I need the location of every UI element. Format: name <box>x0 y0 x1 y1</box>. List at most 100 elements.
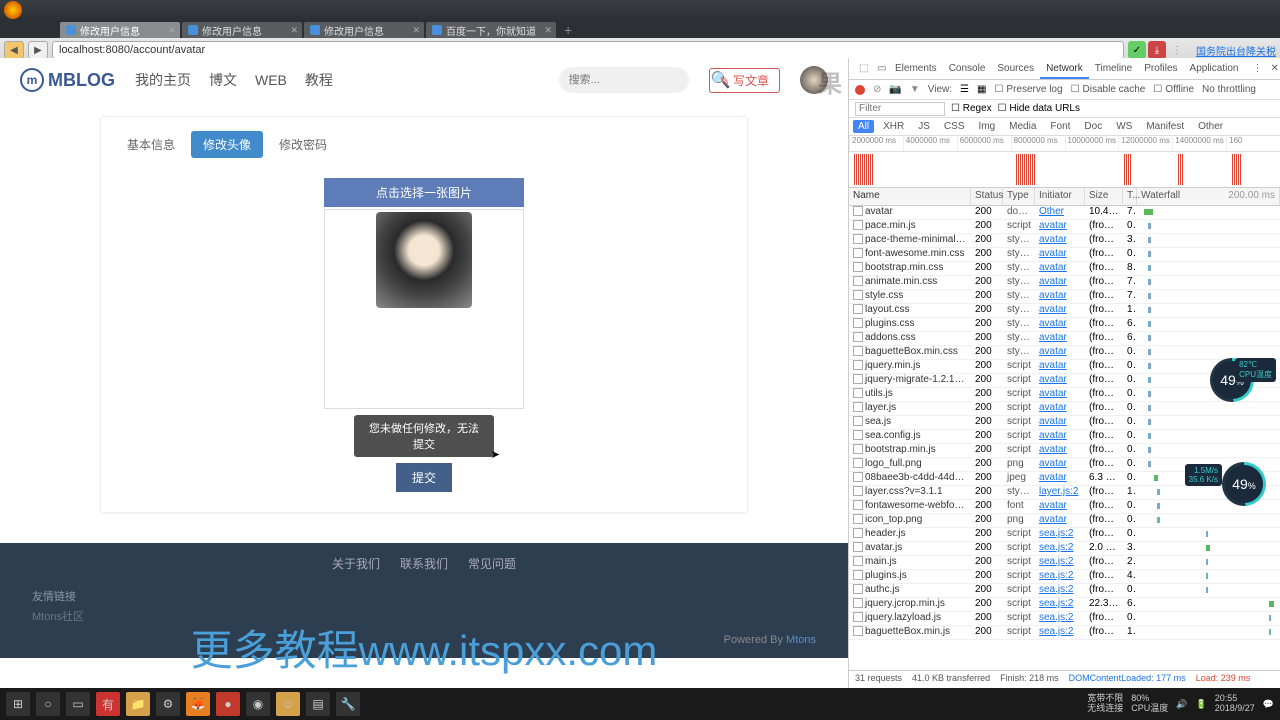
col-waterfall[interactable]: Waterfall 200.00 ms <box>1137 188 1280 205</box>
filter-pill[interactable]: Media <box>1004 120 1041 133</box>
taskbar-app-icon[interactable]: ☺ <box>276 692 300 716</box>
row-initiator[interactable]: sea.js:2 <box>1035 612 1085 625</box>
capture-icon[interactable]: 📷 <box>889 84 901 95</box>
row-initiator[interactable]: sea.js:2 <box>1035 626 1085 639</box>
search-box[interactable]: 🔍 <box>559 67 689 93</box>
network-row[interactable]: bootstrap.min.js200scriptavatar(from...0… <box>849 444 1280 458</box>
hide-data-urls-checkbox[interactable]: ☐ Hide data URLs <box>998 103 1080 114</box>
row-initiator[interactable]: avatar <box>1035 220 1085 233</box>
footer-link[interactable]: 常见问题 <box>468 557 516 571</box>
filter-pill[interactable]: CSS <box>939 120 970 133</box>
row-initiator[interactable]: avatar <box>1035 402 1085 415</box>
clear-icon[interactable]: ⊘ <box>873 84 881 95</box>
row-initiator[interactable]: sea.js:2 <box>1035 528 1085 541</box>
row-initiator[interactable]: sea.js:2 <box>1035 598 1085 611</box>
filter-pill[interactable]: Img <box>973 120 1000 133</box>
filter-pill[interactable]: Font <box>1045 120 1075 133</box>
row-initiator[interactable]: avatar <box>1035 234 1085 247</box>
subtab[interactable]: 修改头像 <box>191 131 263 158</box>
network-row[interactable]: addons.css200styles...avatar(from...6... <box>849 332 1280 346</box>
network-row[interactable]: main.js200scriptsea.js:2(from...2... <box>849 556 1280 570</box>
filter-pill[interactable]: WS <box>1111 120 1137 133</box>
row-initiator[interactable]: avatar <box>1035 304 1085 317</box>
row-initiator[interactable]: avatar <box>1035 430 1085 443</box>
row-initiator[interactable]: avatar <box>1035 360 1085 373</box>
devtools-tab[interactable]: Application <box>1184 60 1245 77</box>
filter-icon[interactable]: ▼ <box>910 84 920 95</box>
subtab[interactable]: 基本信息 <box>115 131 187 158</box>
col-name[interactable]: Name <box>849 188 971 205</box>
taskbar-app-icon[interactable]: 🦊 <box>186 692 210 716</box>
tray-battery-icon[interactable]: 🔋 <box>1196 699 1207 710</box>
search-button[interactable]: ○ <box>36 692 60 716</box>
network-row[interactable]: sea.config.js200scriptavatar(from...0... <box>849 430 1280 444</box>
submit-button[interactable]: 提交 <box>396 463 452 492</box>
network-row[interactable]: baguetteBox.min.js200scriptsea.js:2(from… <box>849 626 1280 640</box>
forward-button[interactable]: ▶ <box>28 41 48 59</box>
filter-pill[interactable]: Doc <box>1079 120 1107 133</box>
addr-action-icon[interactable]: ⋮ <box>1168 41 1186 59</box>
taskbar-app-icon[interactable]: ● <box>216 692 240 716</box>
network-row[interactable]: plugins.js200scriptsea.js:2(from...4... <box>849 570 1280 584</box>
close-icon[interactable]: ✕ <box>412 25 420 36</box>
filter-pill[interactable]: XHR <box>878 120 909 133</box>
row-initiator[interactable]: sea.js:2 <box>1035 556 1085 569</box>
row-initiator[interactable]: avatar <box>1035 500 1085 513</box>
view-grid-icon[interactable]: ▦ <box>977 84 986 95</box>
taskbar-app-icon[interactable]: ◉ <box>246 692 270 716</box>
addr-action-icon[interactable]: ⤓ <box>1148 41 1166 59</box>
row-initiator[interactable]: avatar <box>1035 472 1085 485</box>
task-view-button[interactable]: ▭ <box>66 692 90 716</box>
browser-tab[interactable]: 百度一下，你就知道✕ <box>426 22 556 38</box>
col-time[interactable]: T... <box>1123 188 1137 205</box>
footer-link[interactable]: 关于我们 <box>332 557 380 571</box>
network-row[interactable]: authc.js200scriptsea.js:2(from...0... <box>849 584 1280 598</box>
row-initiator[interactable]: avatar <box>1035 388 1085 401</box>
row-initiator[interactable]: avatar <box>1035 346 1085 359</box>
row-initiator[interactable]: sea.js:2 <box>1035 570 1085 583</box>
inspect-icon[interactable]: ⬚ <box>853 60 869 77</box>
site-logo[interactable]: m MBLOG <box>20 68 115 92</box>
nav-link[interactable]: 教程 <box>305 72 333 88</box>
close-icon[interactable]: ✕ <box>290 25 298 36</box>
tray-notif-icon[interactable]: 💬 <box>1263 699 1274 710</box>
choose-image-button[interactable]: 点击选择一张图片 <box>324 178 524 207</box>
filter-pill[interactable]: Other <box>1193 120 1228 133</box>
offline-checkbox[interactable]: ☐ Offline <box>1153 84 1194 95</box>
close-icon[interactable]: ✕ <box>168 25 176 36</box>
devtools-tab[interactable]: Profiles <box>1138 60 1183 77</box>
devtools-tab[interactable]: Network <box>1040 60 1089 79</box>
filter-pill[interactable]: All <box>853 120 874 133</box>
row-initiator[interactable]: sea.js:2 <box>1035 542 1085 555</box>
network-row[interactable]: fontawesome-webfont.woff...200fontavatar… <box>849 500 1280 514</box>
network-row[interactable]: jquery.lazyload.js200scriptsea.js:2(from… <box>849 612 1280 626</box>
network-row[interactable]: sea.js200scriptavatar(from...0... <box>849 416 1280 430</box>
nav-link[interactable]: WEB <box>255 72 287 88</box>
devtools-tab[interactable]: Console <box>943 60 992 77</box>
network-row[interactable]: layout.css200styles...avatar(from...1... <box>849 304 1280 318</box>
row-initiator[interactable]: avatar <box>1035 374 1085 387</box>
col-type[interactable]: Type <box>1003 188 1035 205</box>
throttle-select[interactable]: No throttling <box>1202 84 1256 95</box>
nav-link[interactable]: 博文 <box>209 72 237 88</box>
url-input[interactable] <box>52 41 1124 59</box>
devtools-tab[interactable]: Sources <box>991 60 1040 77</box>
filter-input[interactable] <box>855 102 945 116</box>
row-initiator[interactable]: avatar <box>1035 332 1085 345</box>
row-initiator[interactable]: avatar <box>1035 458 1085 471</box>
network-rows[interactable]: avatar200docu...Other10.4 K...7...pace.m… <box>849 206 1280 670</box>
row-initiator[interactable]: avatar <box>1035 318 1085 331</box>
write-button[interactable]: ✎ 写文章 <box>709 68 780 93</box>
record-icon[interactable] <box>855 85 865 95</box>
row-initiator[interactable]: sea.js:2 <box>1035 584 1085 597</box>
device-icon[interactable]: ▭ <box>871 60 887 77</box>
row-initiator[interactable]: avatar <box>1035 444 1085 457</box>
addr-action-icon[interactable]: ✓ <box>1128 41 1146 59</box>
network-row[interactable]: font-awesome.min.css200styles...avatar(f… <box>849 248 1280 262</box>
tray-clock[interactable]: 20:552018/9/27 <box>1215 694 1255 714</box>
network-row[interactable]: plugins.css200styles...avatar(from...6..… <box>849 318 1280 332</box>
nav-link[interactable]: 我的主页 <box>135 72 191 88</box>
taskbar-app-icon[interactable]: 🔧 <box>336 692 360 716</box>
taskbar-app-icon[interactable]: 有 <box>96 692 120 716</box>
disable-cache-checkbox[interactable]: ☐ Disable cache <box>1071 84 1146 95</box>
